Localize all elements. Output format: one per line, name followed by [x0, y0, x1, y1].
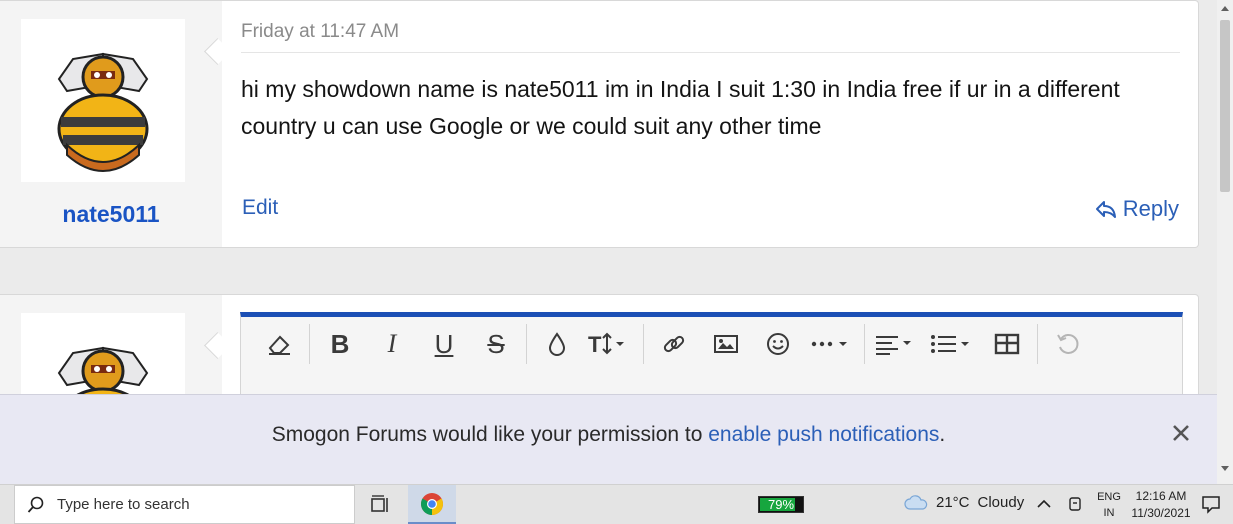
svg-text:T: T: [588, 332, 602, 357]
post-date[interactable]: Friday at 11:47 AM: [241, 21, 399, 43]
taskbar-clock[interactable]: 12:16 AM 11/30/2021: [1128, 488, 1194, 522]
toolbar-separator: [864, 324, 865, 364]
show-hidden-icons-icon[interactable]: [1036, 496, 1052, 517]
username[interactable]: nate5011: [0, 201, 222, 228]
scroll-up-icon[interactable]: [1221, 6, 1229, 11]
close-icon: [1173, 425, 1189, 441]
underline-button[interactable]: U: [418, 324, 470, 364]
user-column: nate5011: [0, 1, 222, 247]
toolbar-separator: [526, 324, 527, 364]
search-placeholder: Type here to search: [57, 496, 190, 513]
lang-top: ENG: [1097, 491, 1121, 503]
eraser-icon[interactable]: [253, 324, 305, 364]
pokemon-avatar-image: [57, 52, 149, 172]
scrollbar[interactable]: [1217, 0, 1233, 484]
search-icon: [27, 496, 44, 513]
language-indicator[interactable]: ENG IN: [1094, 489, 1124, 521]
task-view-icon[interactable]: [367, 493, 395, 517]
taskbar-search[interactable]: Type here to search: [14, 485, 355, 524]
close-button[interactable]: [1167, 419, 1195, 447]
network-icon[interactable]: [1067, 495, 1083, 518]
table-icon[interactable]: [981, 324, 1033, 364]
font-size-icon[interactable]: T: [583, 324, 639, 364]
windows-taskbar: Type here to search 79% 21°C Cloudy ENG …: [0, 484, 1233, 524]
weather-desc: Cloudy: [977, 494, 1025, 511]
chrome-icon: [421, 492, 443, 515]
scroll-thumb[interactable]: [1220, 20, 1230, 192]
color-icon[interactable]: [531, 324, 583, 364]
clock-date: 11/30/2021: [1131, 506, 1191, 520]
bold-button[interactable]: B: [314, 324, 366, 364]
toolbar-separator: [1037, 324, 1038, 364]
link-icon[interactable]: [648, 324, 700, 364]
strikethrough-button[interactable]: S: [470, 324, 522, 364]
chrome-taskbar-button[interactable]: [408, 485, 456, 524]
weather-temp: 21°C: [936, 494, 970, 511]
banner-message: Smogon Forums would like your permission…: [0, 423, 1217, 447]
edit-link[interactable]: Edit: [242, 196, 278, 220]
reply-icon: [1095, 201, 1116, 218]
emoji-icon[interactable]: [752, 324, 804, 364]
banner-text: Smogon Forums would like your permission…: [271, 423, 709, 446]
battery-label: 79%: [767, 497, 795, 512]
notification-center-icon[interactable]: [1201, 494, 1221, 519]
weather-widget[interactable]: 21°C Cloudy: [904, 494, 1024, 511]
divider: [241, 52, 1180, 53]
lang-bottom: IN: [1103, 507, 1115, 519]
cloud-icon: [904, 494, 928, 510]
image-icon[interactable]: [700, 324, 752, 364]
post-body: hi my showdown name is nate5011 im in In…: [241, 76, 1120, 139]
scroll-down-icon[interactable]: [1221, 466, 1229, 471]
more-options-icon[interactable]: [804, 324, 860, 364]
clock-time: 12:16 AM: [1135, 489, 1187, 503]
list-icon[interactable]: [925, 324, 981, 364]
enable-push-notifications-link[interactable]: enable push notifications: [708, 423, 939, 446]
battery-indicator[interactable]: 79%: [758, 496, 804, 513]
align-icon[interactable]: [869, 324, 925, 364]
undo-icon[interactable]: [1042, 324, 1094, 364]
toolbar-separator: [309, 324, 310, 364]
push-notification-banner: Smogon Forums would like your permission…: [0, 394, 1217, 485]
italic-button[interactable]: I: [366, 324, 418, 364]
reply-label: Reply: [1122, 196, 1179, 221]
avatar[interactable]: [21, 19, 185, 182]
reply-button[interactable]: Reply: [1095, 196, 1179, 222]
post-message: nate5011 Friday at 11:47 AM hi my showdo…: [0, 0, 1199, 248]
toolbar-separator: [643, 324, 644, 364]
banner-text-end: .: [939, 423, 946, 446]
editor-toolbar: B I U S T: [241, 317, 1094, 371]
